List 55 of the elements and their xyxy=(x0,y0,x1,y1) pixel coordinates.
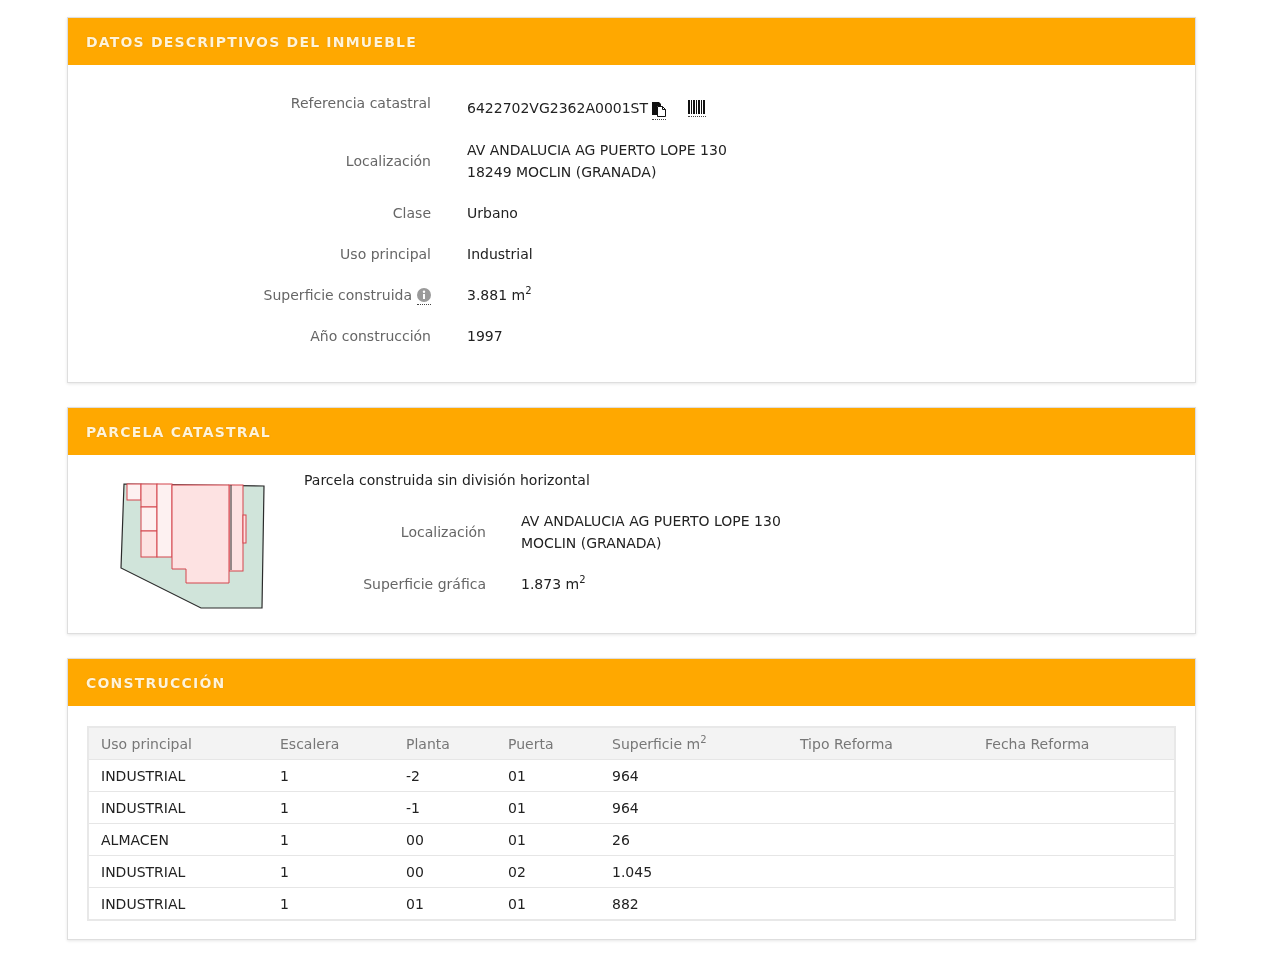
table-cell: -2 xyxy=(406,767,420,784)
column-header: Tipo Reforma xyxy=(800,735,893,752)
section-title: PARCELA CATASTRAL xyxy=(86,423,271,440)
field-label: Año construcción xyxy=(310,327,431,346)
column-header: Planta xyxy=(406,735,450,752)
field-value: Urbano xyxy=(467,204,518,223)
table-cell: INDUSTRIAL xyxy=(101,767,186,784)
table-cell: 964 xyxy=(612,767,639,784)
field-value: 3.881 m$^{2}$ xyxy=(467,284,532,305)
table-cell: 1 xyxy=(280,831,289,848)
field-label: Superficie gráfica xyxy=(363,575,486,594)
field-label: Uso principal xyxy=(340,245,431,264)
table-cell: 01 xyxy=(508,895,526,912)
table-cell: 00 xyxy=(406,831,424,848)
table-cell: 01 xyxy=(508,831,526,848)
field-label: Referencia catastral xyxy=(290,94,431,113)
field-label: Clase xyxy=(392,204,431,223)
field-value: AV ANDALUCIA AG PUERTO LOPE 130 18249 MOCLIN (GRANADA) xyxy=(467,141,727,182)
documents-icon[interactable] xyxy=(652,102,667,120)
field-label: Superficie construida xyxy=(263,286,412,305)
table-cell: 882 xyxy=(612,895,639,912)
section-title: DATOS DESCRIPTIVOS DEL INMUEBLE xyxy=(86,33,417,50)
field-value: Industrial xyxy=(467,245,533,264)
table-cell: 02 xyxy=(508,863,526,880)
table-cell: ALMACEN xyxy=(101,831,169,848)
table-cell: 1 xyxy=(280,767,289,784)
parcel-description: Parcela construida sin división horizontal xyxy=(304,471,591,490)
table-cell: 1 xyxy=(280,863,289,880)
table-cell: 26 xyxy=(612,831,630,848)
column-header: Puerta xyxy=(508,735,554,752)
field-value: AV ANDALUCIA AG PUERTO LOPE 130 MOCLIN (GRANADA) xyxy=(521,512,781,553)
barcode-icon[interactable] xyxy=(688,99,707,117)
table-cell: -1 xyxy=(406,799,420,816)
column-header: Escalera xyxy=(280,735,340,752)
info-icon[interactable] xyxy=(417,288,431,305)
field-value: 6422702VG2362A0001ST xyxy=(467,99,649,118)
table-cell: INDUSTRIAL xyxy=(101,799,186,816)
field-value: 1.873 m$^{2}$ xyxy=(521,573,586,594)
table-cell: 01 xyxy=(406,895,424,912)
field-label: Localización xyxy=(400,523,486,542)
column-header: Uso principal xyxy=(101,735,192,752)
table-cell: 00 xyxy=(406,863,424,880)
column-header: Superficie m$^{2}$ xyxy=(612,735,707,752)
table-cell: 1 xyxy=(280,799,289,816)
table-cell: 1 xyxy=(280,895,289,912)
field-label: Localización xyxy=(345,152,431,171)
column-header: Fecha Reforma xyxy=(985,735,1090,752)
table-cell: 1.045 xyxy=(612,863,653,880)
section-title: CONSTRUCCIÓN xyxy=(86,674,226,691)
table-cell: 964 xyxy=(612,799,639,816)
table-cell: 01 xyxy=(508,767,526,784)
field-value: 1997 xyxy=(467,327,503,346)
table-cell: INDUSTRIAL xyxy=(101,895,186,912)
table-cell: INDUSTRIAL xyxy=(101,863,186,880)
table-cell: 01 xyxy=(508,799,526,816)
